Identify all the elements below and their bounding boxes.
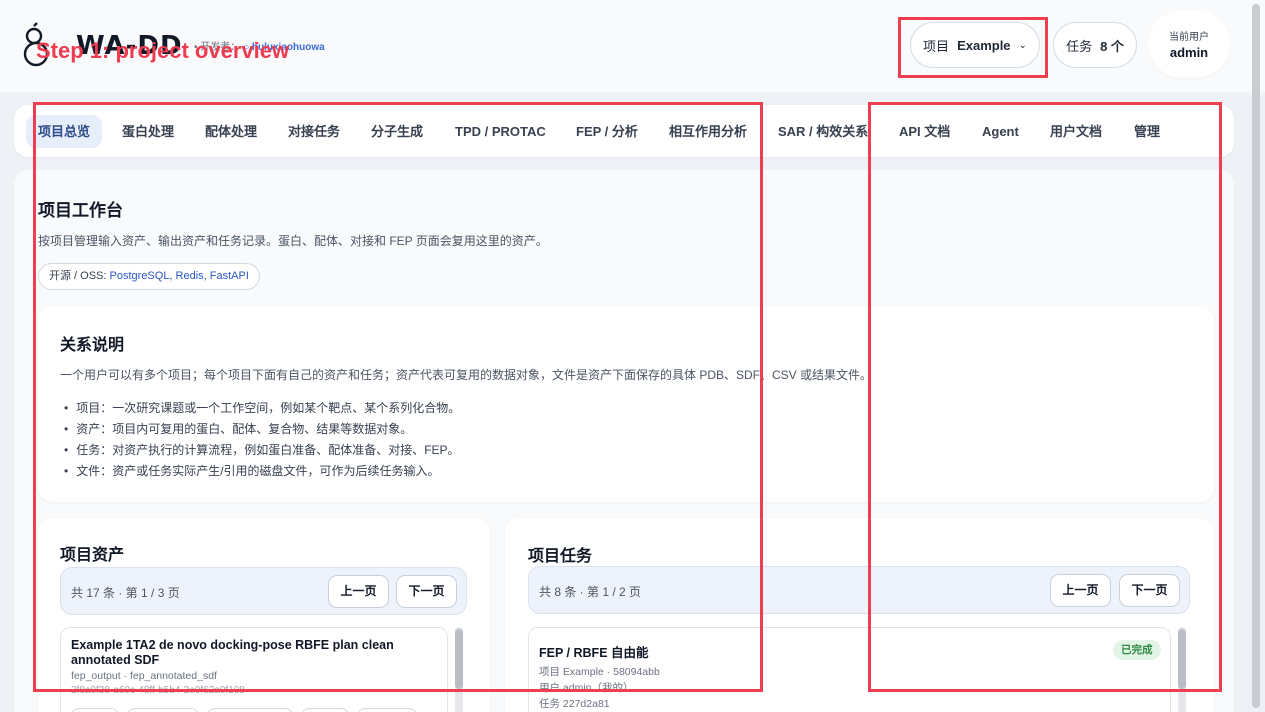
task-project: 项目 Example · 58094abb — [539, 666, 660, 678]
tasks-counter-label: 任务 — [1066, 38, 1093, 54]
page-scrollbar[interactable] — [1251, 4, 1261, 708]
tab-api-docs[interactable]: API 文档 — [887, 115, 962, 148]
relations-list: 项目：一次研究课题或一个工作空间，例如某个靶点、某个系列化合物。 资产：项目内可… — [64, 398, 460, 482]
workbench-description: 按项目管理输入资产、输出资产和任务记录。蛋白、配体、对接和 FEP 页面会复用这… — [38, 234, 548, 248]
tasks-next-button[interactable]: 下一页 — [1119, 574, 1180, 607]
assets-pager: 共 17 条 · 第 1 / 3 页 上一页 下一页 — [60, 567, 467, 615]
list-item: 任务：对资产执行的计算流程，例如蛋白准备、配体准备、对接、FEP。 — [64, 440, 460, 461]
current-user-label: 当前用户 — [1169, 32, 1209, 43]
assets-title: 项目资产 — [60, 547, 125, 564]
task-name: FEP / RBFE 自由能 — [539, 646, 649, 660]
tasks-scrollbar-thumb[interactable] — [1178, 629, 1186, 689]
tasks-title: 项目任务 — [528, 548, 593, 565]
asset-id: 2f8a0f38-a60c-48ff-b5b4-2e0f62a0f108 — [71, 685, 245, 696]
tab-molecule-generation[interactable]: 分子生成 — [359, 115, 435, 148]
tab-user-docs[interactable]: 用户文档 — [1038, 115, 1114, 148]
list-item: 资产：项目内可复用的蛋白、配体、复合物、结果等数据对象。 — [64, 419, 460, 440]
asset-action-chip[interactable] — [71, 708, 119, 712]
project-selector-value: Example — [957, 37, 1011, 53]
current-user-value: admin — [1169, 45, 1209, 60]
asset-action-chip[interactable] — [207, 708, 293, 712]
asset-type: fep_output · fep_annotated_sdf — [71, 670, 217, 682]
oss-links[interactable]: PostgreSQL, Redis, FastAPI — [110, 270, 249, 282]
project-selector[interactable]: 项目 Example ⌄ — [910, 22, 1040, 68]
tab-interaction-analysis[interactable]: 相互作用分析 — [657, 115, 759, 148]
task-user: 用户 admin（我的） — [539, 682, 634, 694]
step-annotation: Step 1: project overview — [36, 38, 290, 63]
tasks-counter[interactable]: 任务 8 个 — [1053, 22, 1137, 68]
tab-agent[interactable]: Agent — [970, 115, 1031, 148]
asset-list-item[interactable]: Example 1TA2 de novo docking-pose RBFE p… — [60, 627, 448, 712]
tasks-counter-value: 8 个 — [1100, 38, 1124, 54]
workbench-title: 项目工作台 — [38, 201, 123, 220]
tab-protein-processing[interactable]: 蛋白处理 — [110, 115, 186, 148]
oss-badge: 开源 / OSS: PostgreSQL, Redis, FastAPI — [38, 263, 260, 290]
tasks-pager-info: 共 8 条 · 第 1 / 2 页 — [539, 585, 642, 599]
task-list-item[interactable]: FEP / RBFE 自由能 已完成 项目 Example · 58094abb… — [528, 627, 1171, 712]
tab-ligand-processing[interactable]: 配体处理 — [193, 115, 269, 148]
task-id: 任务 227d2a81 — [539, 698, 610, 710]
assets-scrollbar[interactable] — [455, 627, 463, 712]
tab-docking-tasks[interactable]: 对接任务 — [276, 115, 352, 148]
asset-action-chip[interactable] — [127, 708, 199, 712]
oss-label: 开源 / OSS: — [49, 270, 110, 282]
page-scrollbar-thumb[interactable] — [1252, 4, 1260, 708]
tasks-prev-button[interactable]: 上一页 — [1050, 574, 1111, 607]
current-user[interactable]: 当前用户 admin — [1148, 10, 1230, 78]
tab-tpd-protac[interactable]: TPD / PROTAC — [443, 115, 558, 148]
relations-title: 关系说明 — [60, 337, 125, 354]
asset-action-chip[interactable] — [301, 708, 349, 712]
assets-prev-button[interactable]: 上一页 — [328, 575, 389, 608]
tasks-pager: 共 8 条 · 第 1 / 2 页 上一页 下一页 — [528, 566, 1190, 614]
list-item: 文件：资产或任务实际产生/引用的磁盘文件，可作为后续任务输入。 — [64, 461, 460, 482]
asset-name: Example 1TA2 de novo docking-pose RBFE p… — [71, 638, 394, 667]
chevron-down-icon: ⌄ — [1018, 39, 1027, 51]
asset-action-chip[interactable] — [357, 708, 417, 712]
list-item: 项目：一次研究课题或一个工作空间，例如某个靶点、某个系列化合物。 — [64, 398, 460, 419]
tab-project-overview[interactable]: 项目总览 — [26, 115, 103, 148]
tasks-scrollbar[interactable] — [1178, 627, 1186, 712]
project-selector-label: 项目 — [923, 38, 950, 54]
main-nav: 项目总览 蛋白处理 配体处理 对接任务 分子生成 TPD / PROTAC FE… — [14, 105, 1234, 157]
tab-fep-analysis[interactable]: FEP / 分析 — [564, 115, 650, 148]
assets-next-button[interactable]: 下一页 — [396, 575, 457, 608]
assets-scrollbar-thumb[interactable] — [455, 629, 463, 689]
status-badge: 已完成 — [1113, 640, 1161, 660]
assets-pager-info: 共 17 条 · 第 1 / 3 页 — [71, 586, 180, 600]
tab-sar[interactable]: SAR / 构效关系 — [766, 115, 880, 148]
relations-description: 一个用户可以有多个项目；每个项目下面有自己的资产和任务；资产代表可复用的数据对象… — [60, 368, 873, 382]
tab-admin[interactable]: 管理 — [1122, 115, 1172, 148]
